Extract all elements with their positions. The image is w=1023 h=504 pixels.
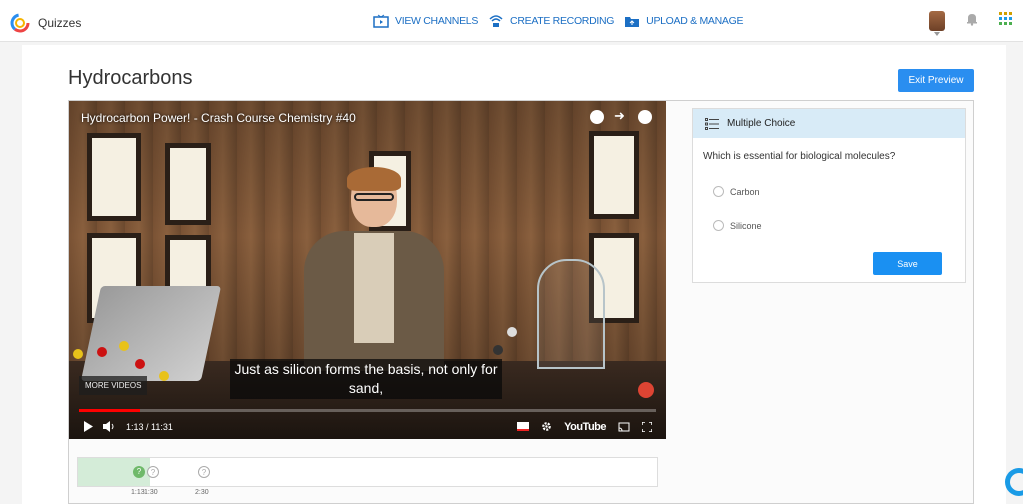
- molecule-atom: [493, 345, 503, 355]
- video-progress-fill: [79, 409, 141, 412]
- timeline-marker[interactable]: ?: [198, 466, 210, 478]
- molecule-atom: [507, 327, 517, 337]
- answer-option-label: Carbon: [730, 186, 760, 197]
- video-subtitle: Just as silicon forms the basis, not onl…: [230, 359, 502, 399]
- molecule-atom: [73, 349, 83, 359]
- quiz-question: Which is essential for biological molecu…: [703, 151, 896, 162]
- timeline-marker[interactable]: ?: [133, 466, 145, 478]
- youtube-logo[interactable]: YouTube: [564, 421, 606, 433]
- fullscreen-icon[interactable]: [642, 421, 652, 432]
- timeline-marker[interactable]: ?: [147, 466, 159, 478]
- play-icon[interactable]: [83, 421, 93, 432]
- nav-upload-manage[interactable]: UPLOAD & MANAGE: [624, 14, 743, 28]
- timeline-marker-time: 1:13: [131, 489, 145, 496]
- exit-preview-button[interactable]: Exit Preview: [898, 69, 974, 92]
- top-navbar: Quizzes VIEW CHANNELS CREATE RECORDING U…: [0, 0, 1023, 42]
- settings-gear-icon[interactable]: [541, 421, 552, 432]
- nav-view-channels-label: VIEW CHANNELS: [395, 15, 479, 27]
- molecule-atom: [97, 347, 107, 357]
- share-icon[interactable]: [614, 108, 628, 124]
- quiz-type-label: Multiple Choice: [727, 118, 796, 129]
- brand-name: Quizzes: [38, 16, 82, 30]
- video-time: 1:13 / 11:31: [126, 421, 173, 432]
- video-top-actions: [590, 108, 652, 124]
- main-content: Hydrocarbons Exit Preview Hydrocarbon Po…: [22, 45, 1006, 504]
- watch-later-icon[interactable]: [590, 110, 604, 124]
- broadcast-icon: [489, 15, 503, 27]
- video-window-right-1: [589, 131, 639, 219]
- nav-view-channels[interactable]: VIEW CHANNELS: [373, 14, 478, 28]
- grid-icon: [999, 11, 1012, 25]
- folder-icon: [625, 17, 640, 27]
- quizzes-logo-icon: [10, 13, 30, 33]
- molecule-atom: [119, 341, 129, 351]
- top-right-tools: [929, 11, 1013, 36]
- save-button[interactable]: Save: [873, 252, 942, 275]
- apps-grid-button[interactable]: [999, 11, 1013, 31]
- video-title: Hydrocarbon Power! - Crash Course Chemis…: [81, 111, 356, 125]
- quiz-panel: Multiple Choice Which is essential for b…: [692, 108, 966, 283]
- radio-button[interactable]: [713, 186, 724, 197]
- radio-button[interactable]: [713, 220, 724, 231]
- molecule-atom: [159, 371, 169, 381]
- video-player[interactable]: Hydrocarbon Power! - Crash Course Chemis…: [69, 101, 666, 439]
- notifications-button[interactable]: [965, 12, 979, 31]
- preview-stage: Hydrocarbon Power! - Crash Course Chemis…: [68, 100, 974, 504]
- cast-icon[interactable]: [618, 422, 630, 432]
- video-lamp: [537, 259, 605, 369]
- tv-icon: [373, 14, 389, 28]
- brand[interactable]: Quizzes: [10, 13, 81, 33]
- more-videos-button[interactable]: MORE VIDEOS: [79, 376, 148, 395]
- help-chat-icon[interactable]: [1005, 468, 1023, 496]
- video-window-left-2: [165, 143, 211, 225]
- list-icon: [705, 117, 719, 130]
- nav-upload-manage-label: UPLOAD & MANAGE: [646, 15, 744, 27]
- main-nav: VIEW CHANNELS CREATE RECORDING UPLOAD & …: [373, 14, 743, 28]
- molecule-atom: [135, 359, 145, 369]
- channel-badge-icon[interactable]: [638, 382, 654, 398]
- answer-option[interactable]: Carbon: [713, 186, 760, 197]
- video-progress-bar[interactable]: [79, 409, 656, 412]
- page-title: Hydrocarbons: [68, 67, 193, 89]
- captions-icon[interactable]: [517, 422, 530, 431]
- nav-create-recording[interactable]: CREATE RECORDING: [488, 14, 614, 28]
- volume-icon[interactable]: [103, 421, 116, 432]
- timeline-marker-time: 1:30: [144, 489, 158, 496]
- video-controls: 1:13 / 11:31 YouTube: [69, 414, 666, 439]
- nav-create-recording-label: CREATE RECORDING: [510, 15, 615, 27]
- user-avatar[interactable]: [929, 11, 945, 36]
- answer-option-label: Silicone: [730, 220, 762, 231]
- quiz-header: Multiple Choice: [693, 109, 965, 138]
- question-timeline[interactable]: ? ? ?: [77, 457, 658, 487]
- video-laptop: [80, 286, 222, 381]
- video-presenter: [284, 167, 464, 371]
- info-icon[interactable]: [638, 110, 652, 124]
- video-window-left-1: [87, 133, 141, 221]
- answer-option[interactable]: Silicone: [713, 220, 762, 231]
- timeline-marker-time: 2:30: [195, 489, 209, 496]
- bell-icon: [967, 13, 977, 26]
